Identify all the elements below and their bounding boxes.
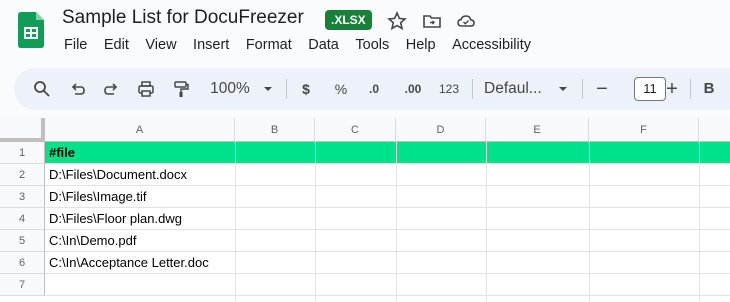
move-to-folder-icon[interactable] xyxy=(422,11,442,31)
chevron-down-icon[interactable] xyxy=(557,84,569,94)
cell-a3[interactable]: D:\Files\Image.tif xyxy=(49,186,147,207)
row-header[interactable]: 2 xyxy=(0,164,45,186)
document-title[interactable]: Sample List for DocuFreezer xyxy=(62,7,304,29)
menu-tools[interactable]: Tools xyxy=(355,37,389,53)
font-size-input[interactable]: 11 xyxy=(634,77,666,101)
menu-format[interactable]: Format xyxy=(246,37,292,53)
column-header-g[interactable] xyxy=(699,118,730,142)
zoom-select[interactable]: 100% xyxy=(208,68,252,110)
table-row: C:\In\Acceptance Letter.doc xyxy=(45,252,730,274)
cell-a4[interactable]: D:\Files\Floor plan.dwg xyxy=(49,208,182,229)
title-bar: Sample List for DocuFreezer .XLSX File E… xyxy=(0,0,730,64)
menu-view[interactable]: View xyxy=(145,37,176,53)
column-header-e[interactable]: E xyxy=(486,118,589,142)
spreadsheet-grid: A B C D E F 1 2 3 4 5 6 7 #file D:\Files… xyxy=(0,118,730,302)
column-header-b[interactable]: B xyxy=(235,118,315,142)
table-row: D:\Files\Floor plan.dwg xyxy=(45,208,730,230)
font-select[interactable]: Defaul... xyxy=(484,68,550,110)
column-header-d[interactable]: D xyxy=(396,118,486,142)
more-formats-button[interactable]: 123 xyxy=(436,68,462,110)
toolbar-separator xyxy=(286,79,287,99)
cell-a6[interactable]: C:\In\Acceptance Letter.doc xyxy=(49,252,209,273)
row-header[interactable]: 5 xyxy=(0,230,45,252)
bold-button[interactable]: B xyxy=(702,68,716,110)
paint-format-icon[interactable] xyxy=(171,79,191,99)
row-header[interactable]: 4 xyxy=(0,208,45,230)
increase-font-size-button[interactable]: + xyxy=(664,68,680,110)
menu-file[interactable]: File xyxy=(64,37,87,53)
row-header[interactable]: 1 xyxy=(0,142,45,164)
column-gridline xyxy=(699,142,700,302)
menu-insert[interactable]: Insert xyxy=(193,37,229,53)
column-gridline xyxy=(589,142,590,302)
search-menus-icon[interactable] xyxy=(32,79,52,99)
column-header-a[interactable]: A xyxy=(45,118,235,142)
sheets-logo-icon[interactable] xyxy=(18,12,44,48)
toolbar: 100% $ % .0 .00 123 Defaul... − 11 + B xyxy=(14,68,730,110)
chevron-down-icon[interactable] xyxy=(262,84,274,94)
toolbar-separator xyxy=(582,79,583,99)
currency-format-button[interactable]: $ xyxy=(299,68,313,110)
column-gridline xyxy=(235,142,236,302)
column-gridline xyxy=(396,142,397,302)
column-gridline xyxy=(486,142,487,302)
table-row: C:\In\Demo.pdf xyxy=(45,230,730,252)
print-icon[interactable] xyxy=(136,79,156,99)
menu-help[interactable]: Help xyxy=(406,37,436,53)
cloud-saved-icon[interactable] xyxy=(456,11,476,31)
menu-edit[interactable]: Edit xyxy=(104,37,129,53)
menu-accessibility[interactable]: Accessibility xyxy=(452,37,531,53)
star-icon[interactable] xyxy=(387,11,407,31)
redo-icon[interactable] xyxy=(102,80,120,98)
cell-a5[interactable]: C:\In\Demo.pdf xyxy=(49,230,136,251)
row-header[interactable]: 7 xyxy=(0,274,45,296)
menu-data[interactable]: Data xyxy=(308,37,339,53)
table-row: D:\Files\Image.tif xyxy=(45,186,730,208)
menu-bar: File Edit View Insert Format Data Tools … xyxy=(64,37,548,53)
undo-icon[interactable] xyxy=(69,80,87,98)
toolbar-separator xyxy=(472,79,473,99)
cell-a1[interactable]: #file xyxy=(49,142,75,163)
row-header[interactable]: 3 xyxy=(0,186,45,208)
percent-format-button[interactable]: % xyxy=(332,68,350,110)
decrease-decimal-button[interactable]: .0 xyxy=(364,68,384,110)
cell-a2[interactable]: D:\Files\Document.docx xyxy=(49,164,187,185)
table-row: D:\Files\Document.docx xyxy=(45,164,730,186)
select-all-corner[interactable] xyxy=(0,118,45,142)
increase-decimal-button[interactable]: .00 xyxy=(400,68,426,110)
table-row: #file xyxy=(45,142,730,164)
file-type-badge: .XLSX xyxy=(325,10,372,30)
column-gridline xyxy=(315,142,316,302)
row-header[interactable]: 6 xyxy=(0,252,45,274)
column-header-f[interactable]: F xyxy=(589,118,699,142)
column-header-c[interactable]: C xyxy=(315,118,396,142)
table-row xyxy=(45,274,730,296)
toolbar-separator xyxy=(690,79,691,99)
decrease-font-size-button[interactable]: − xyxy=(594,68,610,110)
